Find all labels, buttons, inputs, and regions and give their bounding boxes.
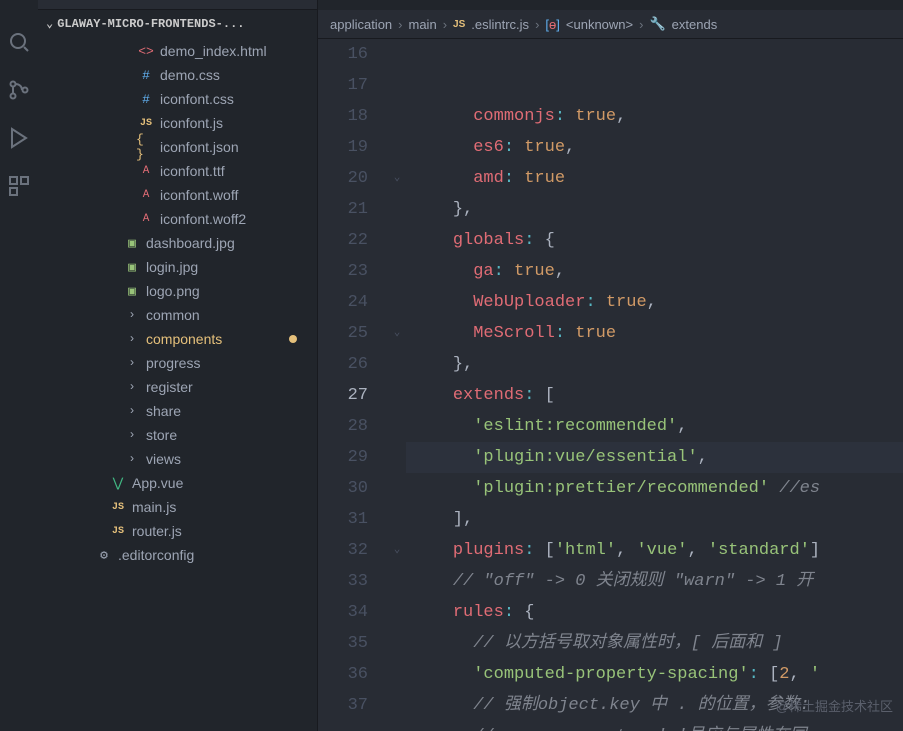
chevron-down-icon: ⌄ [46,16,53,31]
code-line[interactable]: rules: { [406,597,903,628]
breadcrumb-part[interactable]: extends [672,17,718,32]
chevron-right-icon: › [398,17,402,32]
tree-item[interactable]: Aiconfont.ttf [38,159,317,183]
editor-group: application › main › JS .eslintrc.js › [… [318,0,903,731]
chevron-right-icon: › [639,17,643,32]
code-line[interactable]: plugins: ['html', 'vue', 'standard'] [406,535,903,566]
sidebar-project-header[interactable]: ⌄ GLAWAY-MICRO-FRONTENDS-... [38,10,317,37]
tree-item[interactable]: <>demo_index.html [38,39,317,63]
tree-item[interactable]: Aiconfont.woff [38,183,317,207]
chevron-right-icon: › [535,17,539,32]
wrench-icon: 🔧 [649,16,665,32]
symbol-icon: [ɵ] [545,17,559,32]
code-editor[interactable]: 1617181920212223242526272829303132333435… [318,39,903,731]
debug-icon[interactable] [7,126,31,150]
tree-item[interactable]: ›store [38,423,317,447]
code-content[interactable]: commonjs: true, es6: true, amd: true }, … [406,39,903,731]
tree-item[interactable]: ›components [38,327,317,351]
search-icon[interactable] [7,30,31,54]
tree-item[interactable]: ⚙.editorconfig [38,543,317,567]
tabs-bar[interactable] [318,0,903,10]
tree-item[interactable]: #demo.css [38,63,317,87]
tree-item[interactable]: ›register [38,375,317,399]
code-line[interactable]: }, [406,194,903,225]
breadcrumb-part[interactable]: main [409,17,437,32]
tree-item[interactable]: ›common [38,303,317,327]
breadcrumb-part[interactable]: application [330,17,392,32]
code-line[interactable]: // 强制object.key 中 . 的位置，参数: [406,690,903,721]
tree-item[interactable]: ▣logo.png [38,279,317,303]
code-line[interactable]: // "off" -> 0 关闭规则 "warn" -> 1 开 [406,566,903,597]
code-line[interactable]: // 以方括号取对象属性时，[ 后面和 ] [406,628,903,659]
code-line[interactable]: globals: { [406,225,903,256]
code-line[interactable]: amd: true [406,163,903,194]
line-number-gutter: 1617181920212223242526272829303132333435… [318,39,388,731]
breadcrumb[interactable]: application › main › JS .eslintrc.js › [… [318,10,903,39]
chevron-right-icon: › [443,17,447,32]
code-line[interactable]: MeScroll: true [406,318,903,349]
source-control-icon[interactable] [7,78,31,102]
breadcrumb-part[interactable]: .eslintrc.js [471,17,529,32]
fold-column[interactable]: ⌄⌄⌄ [388,39,406,731]
tree-item[interactable]: { }iconfont.json [38,135,317,159]
code-line[interactable]: 'eslint:recommended', [406,411,903,442]
modified-dot [289,335,297,343]
js-file-icon: JS [453,19,465,30]
code-line[interactable]: 'plugin:vue/essential', [406,442,903,473]
tree-item[interactable]: Aiconfont.woff2 [38,207,317,231]
tree-item[interactable]: ›share [38,399,317,423]
code-line[interactable]: ga: true, [406,256,903,287]
tree-item[interactable]: ⋁App.vue [38,471,317,495]
code-line[interactable]: 'computed-property-spacing': [2, ' [406,659,903,690]
project-name: GLAWAY-MICRO-FRONTENDS-... [57,17,244,31]
tree-item[interactable]: ›views [38,447,317,471]
file-tree[interactable]: <>demo_index.html#demo.css#iconfont.cssJ… [38,37,317,731]
activity-bar [0,0,38,731]
tree-item[interactable]: ▣dashboard.jpg [38,231,317,255]
tree-item[interactable]: #iconfont.css [38,87,317,111]
sidebar: ⌄ GLAWAY-MICRO-FRONTENDS-... <>demo_inde… [38,0,318,731]
tree-item[interactable]: JSiconfont.js [38,111,317,135]
code-line[interactable]: ], [406,504,903,535]
tree-item[interactable]: JSmain.js [38,495,317,519]
tree-item[interactable]: JSrouter.js [38,519,317,543]
code-line[interactable]: extends: [ [406,380,903,411]
breadcrumb-part[interactable]: <unknown> [566,17,633,32]
code-line[interactable]: // property, '.'号应与属性在同一 [406,721,903,731]
code-line[interactable]: es6: true, [406,132,903,163]
code-line[interactable]: commonjs: true, [406,101,903,132]
code-line[interactable]: WebUploader: true, [406,287,903,318]
tree-item[interactable]: ▣login.jpg [38,255,317,279]
tree-item[interactable]: ›progress [38,351,317,375]
extensions-icon[interactable] [7,174,31,198]
code-line[interactable]: }, [406,349,903,380]
code-line[interactable]: 'plugin:prettier/recommended' //es [406,473,903,504]
